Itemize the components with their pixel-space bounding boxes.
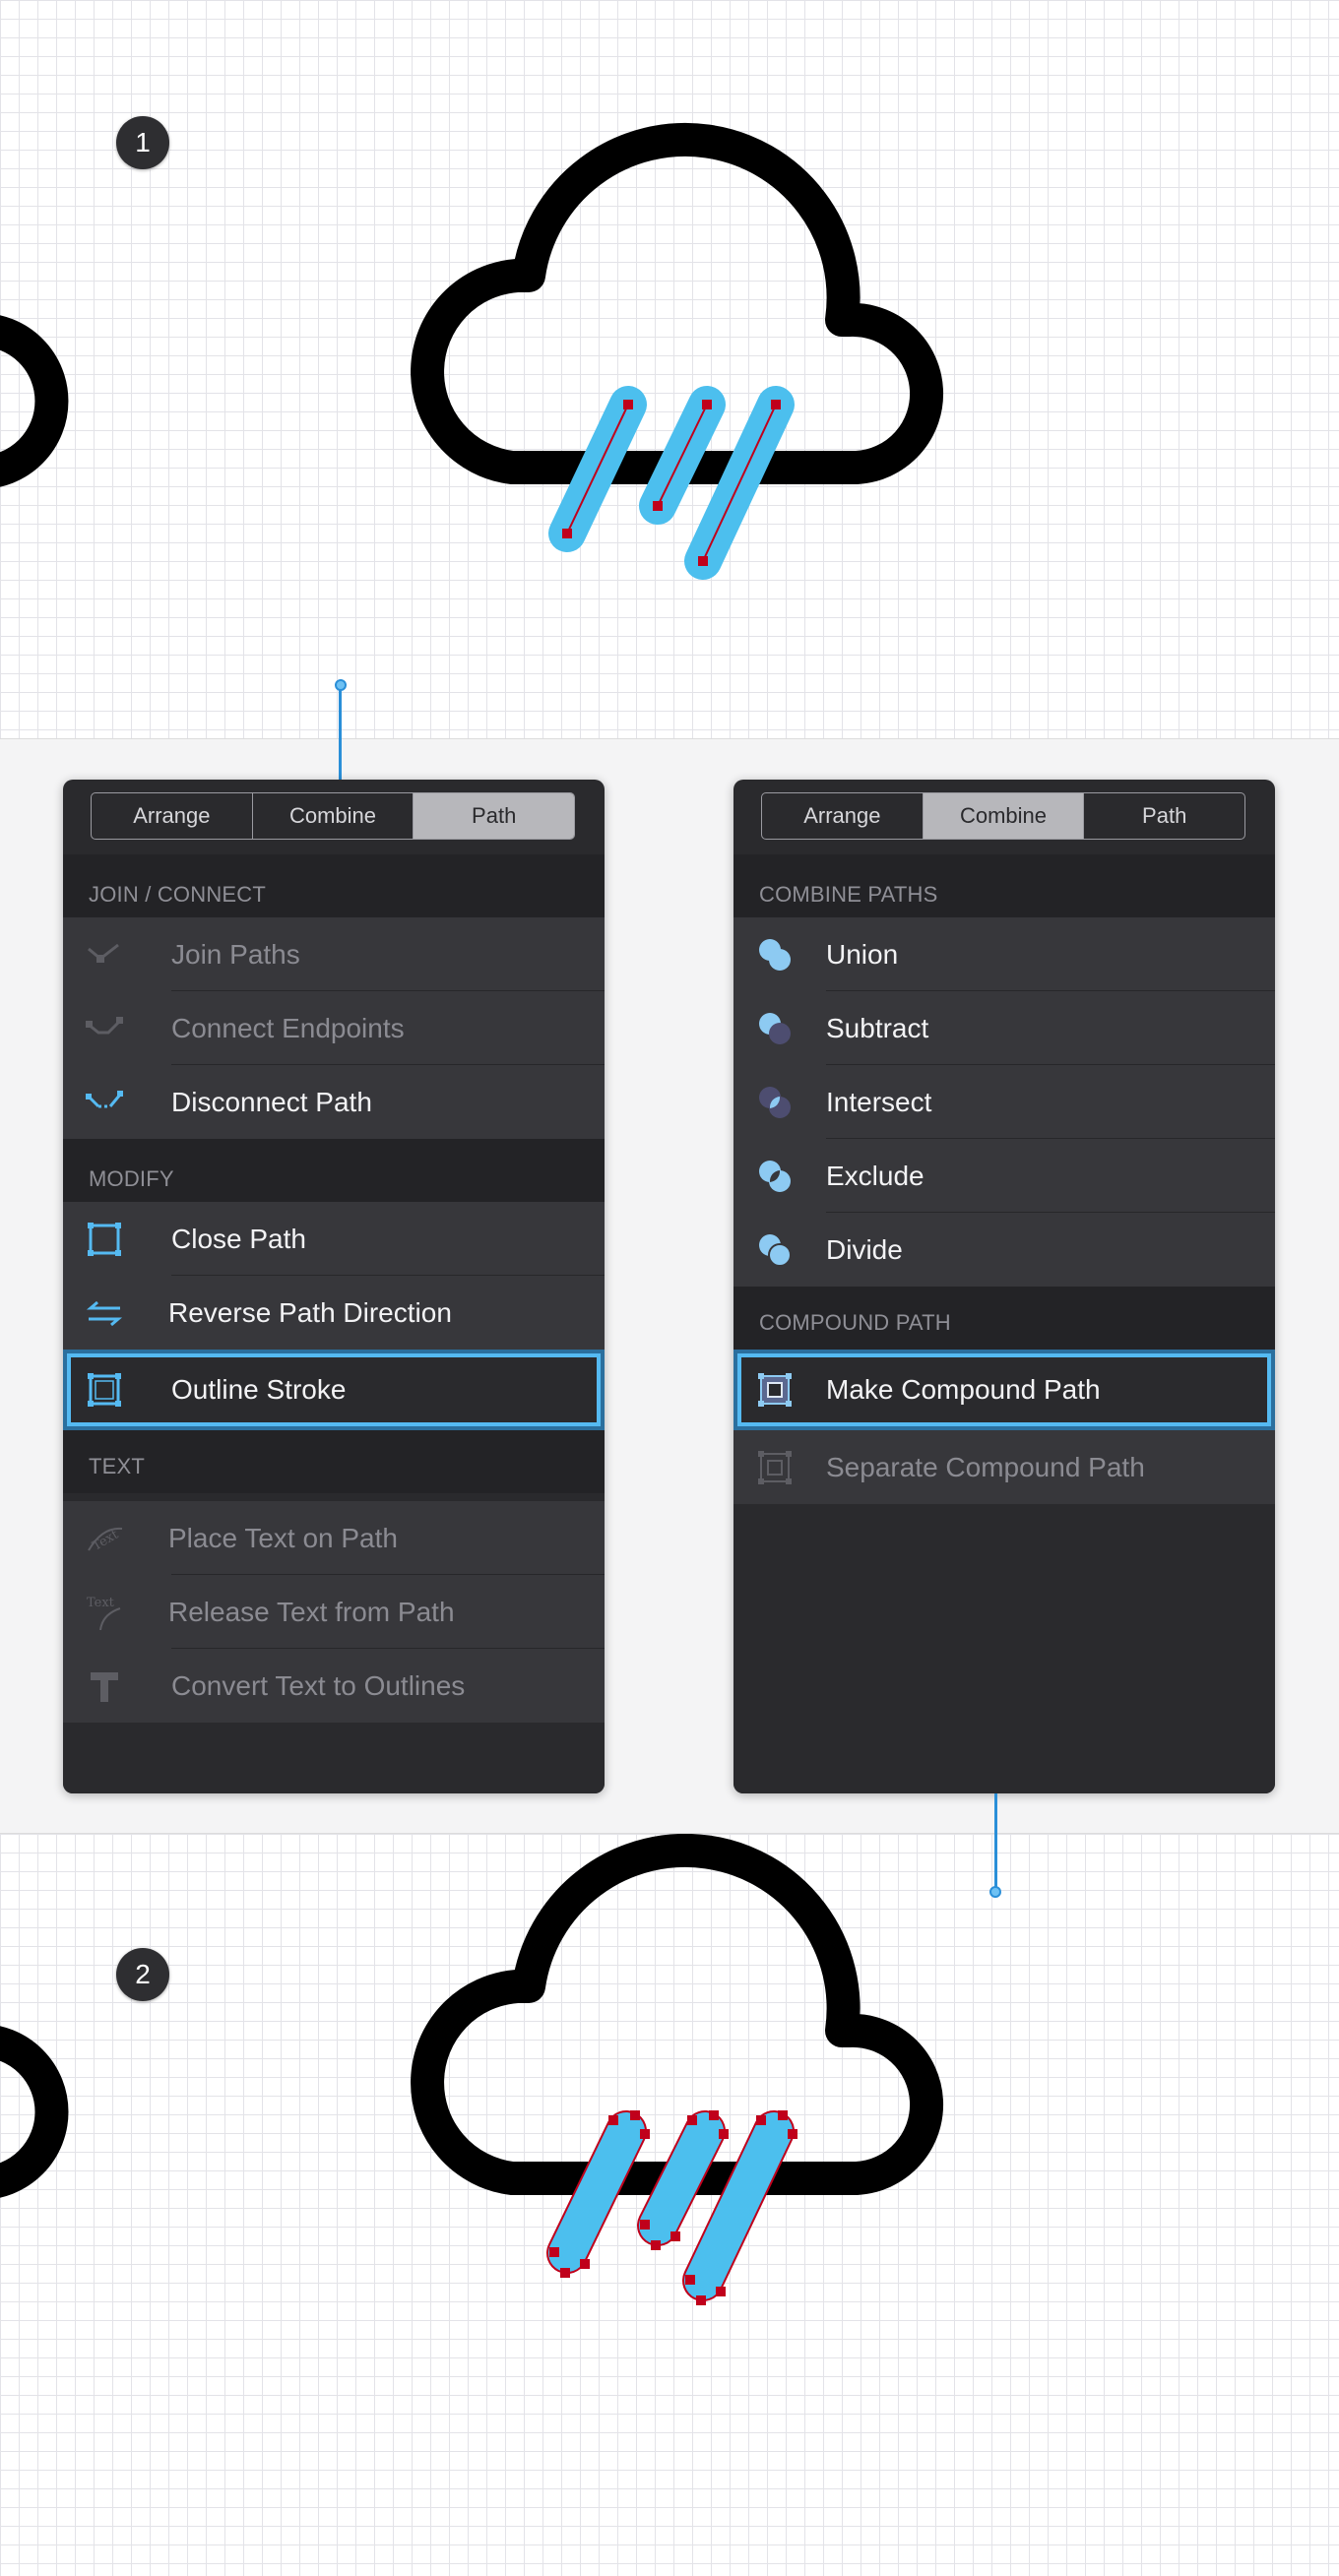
cloud-rain-illustration-after: [0, 1834, 944, 2305]
separate-compound-icon: [758, 1451, 792, 1484]
join-paths-icon: [88, 943, 119, 963]
reverse-path-direction-label: Reverse Path Direction: [168, 1296, 452, 1328]
connector-dot-bottom: [989, 1886, 1001, 1898]
tab-arrange[interactable]: Arrange: [762, 793, 924, 839]
panel-tabs: Arrange Combine Path: [91, 792, 575, 840]
text-on-path-icon: Text: [88, 1527, 123, 1554]
divide-label: Divide: [826, 1233, 903, 1265]
make-compound-path-label: Make Compound Path: [826, 1374, 1101, 1405]
tab-combine[interactable]: Combine: [923, 793, 1085, 839]
section-header-modify: MODIFY: [63, 1139, 605, 1202]
connect-endpoints-label: Connect Endpoints: [171, 1012, 405, 1043]
disconnect-path-item[interactable]: Disconnect Path: [63, 1065, 605, 1139]
svg-text:Text: Text: [90, 1527, 121, 1553]
section-header-join-connect: JOIN / CONNECT: [63, 854, 605, 917]
text-outlines-icon: [91, 1672, 118, 1702]
make-compound-path-item[interactable]: Make Compound Path: [733, 1350, 1275, 1430]
artboard-step-2: 2: [0, 1833, 1339, 2576]
compound-path-icon: [758, 1373, 792, 1407]
outlined-rain-shapes: [546, 2110, 795, 2301]
cloud-rain-illustration-before: [0, 122, 944, 580]
disconnect-path-label: Disconnect Path: [171, 1086, 372, 1117]
separate-compound-path-label: Separate Compound Path: [826, 1451, 1145, 1482]
exclude-icon: [759, 1161, 791, 1192]
cloud-outline: [411, 122, 944, 484]
svg-text:Text: Text: [87, 1596, 115, 1610]
separate-compound-path-item[interactable]: Separate Compound Path: [733, 1430, 1275, 1504]
close-path-item[interactable]: Close Path: [63, 1202, 605, 1276]
exclude-item[interactable]: Exclude: [733, 1139, 1275, 1213]
release-text-from-path-label: Release Text from Path: [168, 1596, 455, 1627]
close-path-label: Close Path: [171, 1223, 306, 1254]
connect-endpoints-icon: [86, 1017, 123, 1035]
panel-empty-area: [733, 1504, 1275, 1793]
subtract-icon: [759, 1013, 791, 1044]
reverse-direction-icon: [86, 1300, 123, 1327]
join-paths-item[interactable]: Join Paths: [63, 917, 605, 991]
convert-text-to-outlines-label: Convert Text to Outlines: [171, 1669, 466, 1701]
intersect-icon: [759, 1087, 791, 1118]
place-text-on-path-item[interactable]: Text Place Text on Path: [63, 1501, 605, 1575]
union-icon: [759, 939, 791, 971]
release-text-icon: Text: [87, 1596, 121, 1631]
subtract-item[interactable]: Subtract: [733, 991, 1275, 1065]
rain-strokes: [548, 386, 795, 580]
section-header-combine-paths: COMBINE PATHS: [733, 854, 1275, 917]
subtract-label: Subtract: [826, 1012, 929, 1043]
partial-circle-shape: [0, 315, 69, 487]
union-label: Union: [826, 938, 899, 970]
union-item[interactable]: Union: [733, 917, 1275, 991]
partial-circle-shape: [0, 2026, 69, 2198]
path-operations-panel: Arrange Combine Path JOIN / CONNECT Join…: [63, 780, 605, 1793]
outline-stroke-label: Outline Stroke: [171, 1374, 347, 1405]
reverse-path-direction-item[interactable]: Reverse Path Direction: [63, 1276, 605, 1350]
connector-line-top: [339, 689, 342, 783]
divide-item[interactable]: Divide: [733, 1213, 1275, 1287]
combine-operations-panel: Arrange Combine Path COMBINE PATHS Union…: [733, 780, 1275, 1793]
connect-endpoints-item[interactable]: Connect Endpoints: [63, 991, 605, 1065]
close-path-icon: [88, 1223, 121, 1256]
place-text-on-path-label: Place Text on Path: [168, 1522, 398, 1553]
join-paths-label: Join Paths: [171, 938, 300, 970]
rain-shape-2: [639, 2112, 724, 2244]
cloud-outline: [411, 1834, 944, 2195]
connector-line-bottom: [994, 1793, 997, 1892]
outline-stroke-icon: [88, 1373, 121, 1407]
intersect-label: Intersect: [826, 1086, 932, 1117]
disconnect-path-icon: [86, 1091, 123, 1108]
tab-path[interactable]: Path: [414, 793, 574, 839]
panel-tabs: Arrange Combine Path: [761, 792, 1245, 840]
intersect-item[interactable]: Intersect: [733, 1065, 1275, 1139]
tab-arrange[interactable]: Arrange: [92, 793, 253, 839]
panel-empty-area: [63, 1723, 605, 1793]
exclude-label: Exclude: [826, 1160, 925, 1191]
divide-icon: [759, 1234, 792, 1267]
section-header-text: TEXT: [63, 1430, 605, 1493]
artboard-step-1: 1: [0, 0, 1339, 739]
tab-path[interactable]: Path: [1084, 793, 1244, 839]
rain-shape-1: [548, 2112, 645, 2272]
convert-text-to-outlines-item[interactable]: Convert Text to Outlines: [63, 1649, 605, 1723]
tab-combine[interactable]: Combine: [253, 793, 414, 839]
outline-stroke-item[interactable]: Outline Stroke: [63, 1350, 605, 1430]
release-text-from-path-item[interactable]: Text Release Text from Path: [63, 1575, 605, 1649]
section-header-compound-path: COMPOUND PATH: [733, 1287, 1275, 1350]
